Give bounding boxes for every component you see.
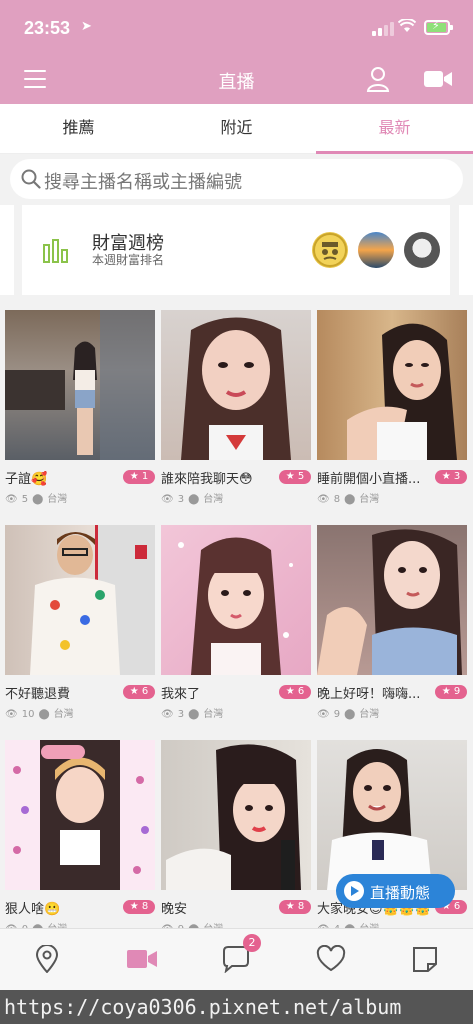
viewer-count: 10 <box>21 709 35 720</box>
location-pin-icon[interactable] <box>32 945 62 973</box>
stream-thumbnail[interactable] <box>317 740 467 890</box>
stream-title: 我來了 <box>161 687 201 702</box>
watermark-url: https://coya0306.pixnet.net/album <box>0 990 473 1024</box>
eye-icon: 👁 <box>161 709 174 720</box>
rank-badge: ★ 8 <box>279 900 311 914</box>
viewer-count: 5 <box>21 494 29 505</box>
stream-location: 台灣 <box>359 709 380 720</box>
profile-icon[interactable] <box>366 66 390 92</box>
bottom-nav-bar: 2 <box>0 928 473 990</box>
location-pin-icon: ⬤ <box>32 494 44 505</box>
stream-thumbnail[interactable] <box>5 310 155 460</box>
stream-location: 台灣 <box>359 494 380 505</box>
stream-thumbnail[interactable] <box>161 310 311 460</box>
battery-icon: ⚡ <box>424 19 453 35</box>
viewer-count: 3 <box>177 494 185 505</box>
viewer-count: 9 <box>333 709 341 720</box>
stream-title: 狠人啥😬 <box>5 902 61 917</box>
location-pin-icon: ⬤ <box>38 709 50 720</box>
rank-badge: ★ 9 <box>435 685 467 699</box>
stream-title: 誰來陪我聊天😳 <box>161 472 253 487</box>
tab-latest[interactable]: 最新 <box>316 104 473 154</box>
stream-location: 台灣 <box>47 494 68 505</box>
rank-badge: ★ 1 <box>123 470 155 484</box>
rank-badge: ★ 6 <box>279 685 311 699</box>
avatar <box>404 232 440 268</box>
stream-meta: 👁 10 ⬤ 台灣 <box>5 705 78 720</box>
status-bar: 23:53 ➤ ⚡ <box>0 0 473 56</box>
stream-location: 台灣 <box>53 709 74 720</box>
stream-card[interactable]: 狠人啥😬 ★ 8 👁0⬤台灣 <box>5 740 155 945</box>
bar-chart-icon <box>43 239 68 263</box>
top-nav-bar: 直播 <box>0 56 473 104</box>
stream-meta: 👁 8 ⬤ 台灣 <box>317 490 383 505</box>
search-placeholder: 搜尋主播名稱或主播編號 <box>44 172 242 193</box>
stream-meta: 👁 5 ⬤ 台灣 <box>5 490 71 505</box>
video-camera-icon[interactable] <box>424 70 452 88</box>
stream-title: 晚上好呀！嗨嗨... <box>317 687 421 702</box>
clock: 23:53 <box>24 18 71 38</box>
avatar <box>358 232 394 268</box>
stream-thumbnail[interactable] <box>161 525 311 675</box>
heart-icon[interactable] <box>316 945 346 973</box>
rank-badge: ★ 8 <box>123 900 155 914</box>
page-title: 直播 <box>218 72 255 93</box>
tab-nearby[interactable]: 附近 <box>158 104 315 154</box>
eye-icon: 👁 <box>317 709 330 720</box>
viewer-count: 3 <box>177 709 185 720</box>
stream-card[interactable]: 我來了 ★ 6 👁 3 ⬤ 台灣 <box>161 525 311 730</box>
location-arrow-icon: ➤ <box>81 19 92 34</box>
stream-thumbnail[interactable] <box>317 525 467 675</box>
stream-location: 台灣 <box>203 709 224 720</box>
stream-meta: 👁 3 ⬤ 台灣 <box>161 705 227 720</box>
avatar <box>312 232 348 268</box>
ranking-subtitle: 本週財富排名 <box>92 253 165 267</box>
wealth-ranking-card[interactable]: 財富週榜 本週財富排名 <box>22 205 450 295</box>
stream-location: 台灣 <box>203 494 224 505</box>
location-pin-icon: ⬤ <box>344 494 356 505</box>
message-count-badge: 2 <box>243 934 261 952</box>
wifi-icon <box>397 18 417 37</box>
search-icon <box>21 169 41 189</box>
carousel-next-card[interactable] <box>459 205 473 295</box>
stream-thumbnail[interactable] <box>317 310 467 460</box>
stream-card[interactable]: 不好聽退費 ★ 6 👁 10 ⬤ 台灣 <box>5 525 155 730</box>
live-feed-label: 直播動態 <box>370 884 431 902</box>
rank-badge: ★ 5 <box>279 470 311 484</box>
stream-title: 晚安 <box>161 902 188 917</box>
stream-card[interactable]: 誰來陪我聊天😳 ★ 5 👁 3 ⬤ 台灣 <box>161 310 311 515</box>
carousel-prev-card[interactable] <box>0 205 14 295</box>
note-icon[interactable] <box>410 945 440 973</box>
live-video-icon[interactable] <box>127 945 157 973</box>
eye-icon: 👁 <box>5 494 18 505</box>
live-feed-button[interactable]: 直播動態 <box>336 874 455 908</box>
eye-icon: 👁 <box>161 494 174 505</box>
stream-card[interactable]: 晚上好呀！嗨嗨... ★ 9 👁 9 ⬤ 台灣 <box>317 525 467 730</box>
stream-thumbnail[interactable] <box>161 740 311 890</box>
signal-icon <box>372 22 394 36</box>
stream-thumbnail[interactable] <box>5 740 155 890</box>
stream-title: 子誼🥰 <box>5 472 48 487</box>
stream-title: 睡前開個小直播... <box>317 472 421 487</box>
location-pin-icon: ⬤ <box>188 709 200 720</box>
stream-card[interactable]: 睡前開個小直播... ★ 3 👁 8 ⬤ 台灣 <box>317 310 467 515</box>
tab-recommended[interactable]: 推薦 <box>0 104 157 154</box>
rank-badge: ★ 3 <box>435 470 467 484</box>
eye-icon: 👁 <box>317 494 330 505</box>
location-pin-icon: ⬤ <box>344 709 356 720</box>
eye-icon: 👁 <box>5 709 18 720</box>
play-icon <box>344 881 364 901</box>
category-tabs: 推薦 附近 最新 <box>0 104 473 154</box>
stream-thumbnail[interactable] <box>5 525 155 675</box>
stream-card[interactable]: 晚安 ★ 8 👁9⬤台灣 <box>161 740 311 945</box>
viewer-count: 8 <box>333 494 341 505</box>
stream-card[interactable]: 大家晚安😊👑👑👑 ★ 6 👁4⬤台灣 <box>317 740 467 945</box>
stream-title: 不好聽退費 <box>5 687 71 702</box>
rank-badge: ★ 6 <box>123 685 155 699</box>
stream-meta: 👁 3 ⬤ 台灣 <box>161 490 227 505</box>
search-input[interactable]: 搜尋主播名稱或主播編號 <box>10 159 463 199</box>
stream-card[interactable]: 子誼🥰 ★ 1 👁 5 ⬤ 台灣 <box>5 310 155 515</box>
stream-meta: 👁9⬤台灣 <box>317 705 383 720</box>
location-pin-icon: ⬤ <box>188 494 200 505</box>
